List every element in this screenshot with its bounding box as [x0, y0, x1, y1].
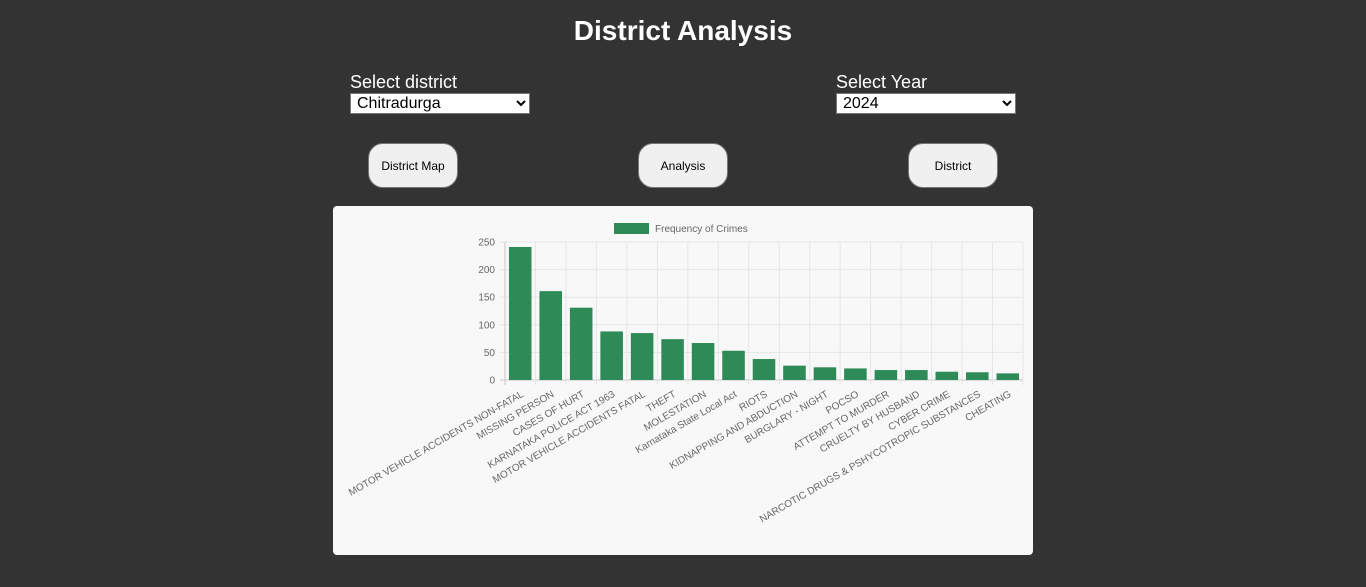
bar: [813, 367, 837, 380]
bar: [691, 343, 715, 380]
bar: [844, 368, 867, 380]
bar: [752, 359, 776, 380]
bar: [874, 370, 898, 380]
year-label: Select Year: [836, 72, 928, 92]
chart-panel: 0 50 100 150 200 250 MOTOR VEHICLE ACCIDENTS N…: [333, 206, 1033, 555]
page-title: District Analysis: [573, 15, 793, 46]
y-tick-label: 250: [478, 238, 495, 249]
district-select[interactable]: Chitradurga: [350, 93, 530, 114]
district-label: Select district: [350, 72, 458, 92]
district-map-button[interactable]: District Map: [368, 143, 458, 188]
legend-swatch: [614, 223, 649, 234]
legend-label: Frequency of Crimes: [655, 224, 748, 235]
bar: [630, 333, 654, 380]
bar: [508, 246, 532, 380]
crime-frequency-chart: 050100150200250MOTOR VEHICLE ACCIDENTS N…: [347, 223, 1024, 525]
bar: [569, 307, 593, 380]
y-tick-label: 0: [489, 376, 495, 387]
bar: [935, 371, 959, 380]
bar: [905, 370, 928, 380]
analysis-button[interactable]: Analysis: [638, 143, 728, 188]
bar: [722, 350, 745, 380]
bar: [539, 291, 562, 380]
district-button[interactable]: District: [908, 143, 998, 188]
y-tick-label: 100: [478, 320, 495, 331]
page: District Analysis Select district Chitra…: [0, 0, 1366, 587]
y-tick-label: 50: [484, 348, 496, 359]
year-select[interactable]: 2024: [836, 93, 1016, 114]
bar: [661, 339, 684, 380]
y-tick-label: 200: [478, 265, 495, 276]
district-field: Select district Chitradurga: [350, 71, 530, 114]
y-tick-label: 150: [478, 293, 495, 304]
bar: [783, 365, 806, 380]
bar: [996, 373, 1020, 380]
year-field: Select Year 2024: [836, 71, 1016, 114]
bar: [966, 372, 989, 380]
bar: [600, 331, 623, 380]
